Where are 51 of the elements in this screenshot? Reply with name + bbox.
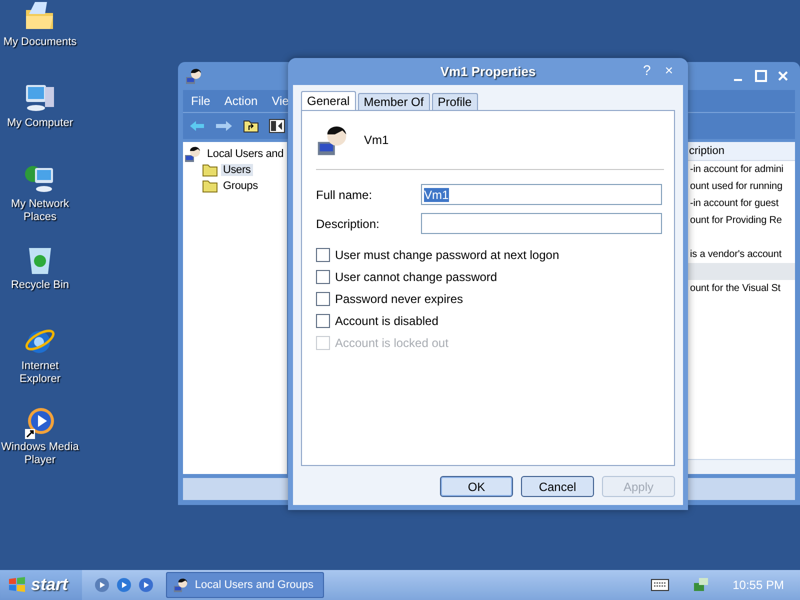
forward-arrow-icon[interactable] [215,120,233,132]
users-icon [185,67,203,85]
network-icon[interactable] [692,577,709,593]
windows-logo-icon [8,576,26,594]
dialog-title: Vm1 Properties [440,64,536,79]
desktop-icon-label[interactable]: Windows Media Player [1,441,79,467]
desktop-icon-label[interactable]: My Documents [1,36,79,49]
column-header[interactable]: cription [687,142,795,161]
up-folder-icon[interactable] [243,119,259,133]
checkbox-label: Account is locked out [335,336,448,350]
maximize-icon[interactable] [755,70,767,82]
checkbox-label: User must change password at next logon [335,248,560,262]
media-player-icon[interactable] [138,577,154,593]
checkbox-label: Account is disabled [335,314,438,328]
desktop-icon-label[interactable]: Recycle Bin [1,279,79,292]
users-icon [172,577,189,593]
checkbox-label: Password never expires [335,292,464,306]
tab[interactable]: Member Of [358,93,430,110]
field-label: Full name: [316,188,374,202]
menu-item[interactable]: File [191,94,210,108]
media-player-icon [23,405,57,439]
tree-item[interactable]: Users [221,164,253,176]
folder-icon [202,163,218,177]
checkbox[interactable] [316,314,330,328]
user-name: Vm1 [364,133,389,147]
checkbox[interactable] [316,292,330,306]
clock: 10:55 PM [732,578,784,592]
field-label: Description: [316,216,380,230]
dialog-button[interactable]: Cancel [521,476,594,497]
keyboard-icon[interactable] [650,579,669,591]
input-field[interactable] [421,213,662,234]
tab[interactable]: General [301,91,356,110]
desktop-icon-label[interactable]: My Network Places [1,198,79,224]
horizontal-scrollbar[interactable] [687,459,795,474]
panel-toggle-icon[interactable] [269,119,285,133]
checkbox[interactable] [316,270,330,284]
menu-item[interactable]: Action [224,94,258,108]
tab[interactable]: Profile [432,93,478,110]
dialog-button[interactable]: OK [440,476,513,497]
checkbox-label: User cannot change password [335,270,498,284]
folder-icon [202,179,218,193]
close-icon[interactable] [777,70,789,82]
input-field[interactable]: Vm1 [421,184,662,205]
back-arrow-icon[interactable] [189,120,205,132]
menu-item[interactable]: Vie [272,94,289,108]
checkbox[interactable] [316,248,330,262]
desktop-icon-label[interactable]: Internet Explorer [1,360,79,386]
desktop-icon-label[interactable]: My Computer [1,117,79,130]
tree-item[interactable]: Local Users and [205,148,286,160]
tree-item[interactable]: Groups [221,180,260,192]
users-icon [184,145,202,163]
